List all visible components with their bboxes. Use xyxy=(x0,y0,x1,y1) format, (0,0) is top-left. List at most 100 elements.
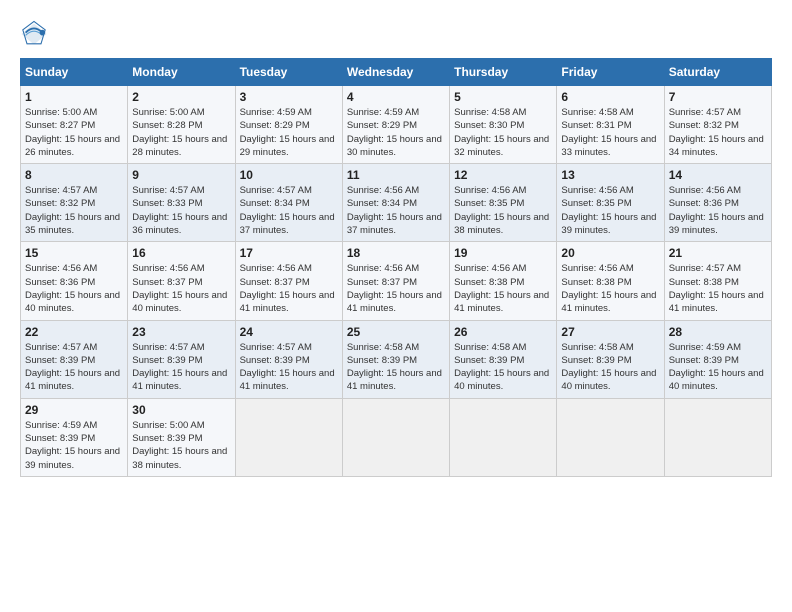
day-info: Sunrise: 4:57 AM Sunset: 8:32 PM Dayligh… xyxy=(669,106,767,159)
day-info: Sunrise: 5:00 AM Sunset: 8:39 PM Dayligh… xyxy=(132,419,230,472)
calendar-cell xyxy=(235,398,342,476)
day-info: Sunrise: 4:57 AM Sunset: 8:34 PM Dayligh… xyxy=(240,184,338,237)
weekday-header-row: SundayMondayTuesdayWednesdayThursdayFrid… xyxy=(21,59,772,86)
day-info: Sunrise: 4:57 AM Sunset: 8:39 PM Dayligh… xyxy=(240,341,338,394)
day-number: 18 xyxy=(347,246,445,260)
day-number: 8 xyxy=(25,168,123,182)
calendar-cell: 1 Sunrise: 5:00 AM Sunset: 8:27 PM Dayli… xyxy=(21,86,128,164)
day-number: 28 xyxy=(669,325,767,339)
day-info: Sunrise: 4:57 AM Sunset: 8:39 PM Dayligh… xyxy=(132,341,230,394)
weekday-header-friday: Friday xyxy=(557,59,664,86)
calendar-cell xyxy=(664,398,771,476)
day-info: Sunrise: 4:59 AM Sunset: 8:39 PM Dayligh… xyxy=(25,419,123,472)
calendar-cell: 2 Sunrise: 5:00 AM Sunset: 8:28 PM Dayli… xyxy=(128,86,235,164)
calendar-cell: 18 Sunrise: 4:56 AM Sunset: 8:37 PM Dayl… xyxy=(342,242,449,320)
calendar-week-row: 29 Sunrise: 4:59 AM Sunset: 8:39 PM Dayl… xyxy=(21,398,772,476)
day-info: Sunrise: 5:00 AM Sunset: 8:28 PM Dayligh… xyxy=(132,106,230,159)
calendar-cell: 7 Sunrise: 4:57 AM Sunset: 8:32 PM Dayli… xyxy=(664,86,771,164)
calendar-week-row: 15 Sunrise: 4:56 AM Sunset: 8:36 PM Dayl… xyxy=(21,242,772,320)
calendar-cell: 28 Sunrise: 4:59 AM Sunset: 8:39 PM Dayl… xyxy=(664,320,771,398)
day-number: 1 xyxy=(25,90,123,104)
calendar-cell: 20 Sunrise: 4:56 AM Sunset: 8:38 PM Dayl… xyxy=(557,242,664,320)
day-number: 26 xyxy=(454,325,552,339)
calendar-cell: 15 Sunrise: 4:56 AM Sunset: 8:36 PM Dayl… xyxy=(21,242,128,320)
day-info: Sunrise: 4:59 AM Sunset: 8:29 PM Dayligh… xyxy=(240,106,338,159)
day-info: Sunrise: 4:56 AM Sunset: 8:34 PM Dayligh… xyxy=(347,184,445,237)
day-number: 21 xyxy=(669,246,767,260)
day-info: Sunrise: 5:00 AM Sunset: 8:27 PM Dayligh… xyxy=(25,106,123,159)
page-header xyxy=(20,20,772,48)
day-number: 20 xyxy=(561,246,659,260)
weekday-header-thursday: Thursday xyxy=(450,59,557,86)
calendar-cell: 9 Sunrise: 4:57 AM Sunset: 8:33 PM Dayli… xyxy=(128,164,235,242)
calendar-cell: 5 Sunrise: 4:58 AM Sunset: 8:30 PM Dayli… xyxy=(450,86,557,164)
logo xyxy=(20,20,52,48)
calendar-cell: 26 Sunrise: 4:58 AM Sunset: 8:39 PM Dayl… xyxy=(450,320,557,398)
calendar-cell: 19 Sunrise: 4:56 AM Sunset: 8:38 PM Dayl… xyxy=(450,242,557,320)
day-info: Sunrise: 4:56 AM Sunset: 8:35 PM Dayligh… xyxy=(561,184,659,237)
day-info: Sunrise: 4:56 AM Sunset: 8:36 PM Dayligh… xyxy=(669,184,767,237)
day-number: 5 xyxy=(454,90,552,104)
day-number: 19 xyxy=(454,246,552,260)
day-number: 22 xyxy=(25,325,123,339)
calendar-cell: 24 Sunrise: 4:57 AM Sunset: 8:39 PM Dayl… xyxy=(235,320,342,398)
calendar-cell: 11 Sunrise: 4:56 AM Sunset: 8:34 PM Dayl… xyxy=(342,164,449,242)
day-number: 27 xyxy=(561,325,659,339)
day-info: Sunrise: 4:56 AM Sunset: 8:37 PM Dayligh… xyxy=(347,262,445,315)
calendar-cell: 17 Sunrise: 4:56 AM Sunset: 8:37 PM Dayl… xyxy=(235,242,342,320)
calendar-cell: 25 Sunrise: 4:58 AM Sunset: 8:39 PM Dayl… xyxy=(342,320,449,398)
day-number: 9 xyxy=(132,168,230,182)
calendar-week-row: 1 Sunrise: 5:00 AM Sunset: 8:27 PM Dayli… xyxy=(21,86,772,164)
calendar-cell: 8 Sunrise: 4:57 AM Sunset: 8:32 PM Dayli… xyxy=(21,164,128,242)
day-number: 15 xyxy=(25,246,123,260)
weekday-header-tuesday: Tuesday xyxy=(235,59,342,86)
day-info: Sunrise: 4:58 AM Sunset: 8:39 PM Dayligh… xyxy=(561,341,659,394)
day-number: 3 xyxy=(240,90,338,104)
calendar-cell: 30 Sunrise: 5:00 AM Sunset: 8:39 PM Dayl… xyxy=(128,398,235,476)
calendar-cell: 13 Sunrise: 4:56 AM Sunset: 8:35 PM Dayl… xyxy=(557,164,664,242)
day-number: 17 xyxy=(240,246,338,260)
day-number: 30 xyxy=(132,403,230,417)
day-info: Sunrise: 4:57 AM Sunset: 8:33 PM Dayligh… xyxy=(132,184,230,237)
calendar-cell: 16 Sunrise: 4:56 AM Sunset: 8:37 PM Dayl… xyxy=(128,242,235,320)
day-number: 16 xyxy=(132,246,230,260)
day-info: Sunrise: 4:56 AM Sunset: 8:38 PM Dayligh… xyxy=(561,262,659,315)
calendar-cell xyxy=(557,398,664,476)
day-info: Sunrise: 4:59 AM Sunset: 8:29 PM Dayligh… xyxy=(347,106,445,159)
calendar-cell xyxy=(342,398,449,476)
calendar-cell: 12 Sunrise: 4:56 AM Sunset: 8:35 PM Dayl… xyxy=(450,164,557,242)
day-number: 25 xyxy=(347,325,445,339)
day-number: 10 xyxy=(240,168,338,182)
day-number: 24 xyxy=(240,325,338,339)
calendar-cell: 27 Sunrise: 4:58 AM Sunset: 8:39 PM Dayl… xyxy=(557,320,664,398)
day-info: Sunrise: 4:58 AM Sunset: 8:39 PM Dayligh… xyxy=(347,341,445,394)
calendar-table: SundayMondayTuesdayWednesdayThursdayFrid… xyxy=(20,58,772,477)
day-info: Sunrise: 4:59 AM Sunset: 8:39 PM Dayligh… xyxy=(669,341,767,394)
day-info: Sunrise: 4:58 AM Sunset: 8:30 PM Dayligh… xyxy=(454,106,552,159)
calendar-cell: 4 Sunrise: 4:59 AM Sunset: 8:29 PM Dayli… xyxy=(342,86,449,164)
day-info: Sunrise: 4:57 AM Sunset: 8:32 PM Dayligh… xyxy=(25,184,123,237)
calendar-cell: 22 Sunrise: 4:57 AM Sunset: 8:39 PM Dayl… xyxy=(21,320,128,398)
day-info: Sunrise: 4:58 AM Sunset: 8:31 PM Dayligh… xyxy=(561,106,659,159)
calendar-cell: 21 Sunrise: 4:57 AM Sunset: 8:38 PM Dayl… xyxy=(664,242,771,320)
calendar-cell: 23 Sunrise: 4:57 AM Sunset: 8:39 PM Dayl… xyxy=(128,320,235,398)
calendar-week-row: 8 Sunrise: 4:57 AM Sunset: 8:32 PM Dayli… xyxy=(21,164,772,242)
day-info: Sunrise: 4:56 AM Sunset: 8:36 PM Dayligh… xyxy=(25,262,123,315)
weekday-header-saturday: Saturday xyxy=(664,59,771,86)
day-info: Sunrise: 4:58 AM Sunset: 8:39 PM Dayligh… xyxy=(454,341,552,394)
day-number: 29 xyxy=(25,403,123,417)
day-number: 13 xyxy=(561,168,659,182)
day-number: 23 xyxy=(132,325,230,339)
day-number: 12 xyxy=(454,168,552,182)
calendar-cell: 29 Sunrise: 4:59 AM Sunset: 8:39 PM Dayl… xyxy=(21,398,128,476)
day-info: Sunrise: 4:56 AM Sunset: 8:35 PM Dayligh… xyxy=(454,184,552,237)
day-number: 4 xyxy=(347,90,445,104)
day-number: 2 xyxy=(132,90,230,104)
logo-icon xyxy=(20,20,48,48)
calendar-cell: 14 Sunrise: 4:56 AM Sunset: 8:36 PM Dayl… xyxy=(664,164,771,242)
calendar-week-row: 22 Sunrise: 4:57 AM Sunset: 8:39 PM Dayl… xyxy=(21,320,772,398)
day-info: Sunrise: 4:56 AM Sunset: 8:37 PM Dayligh… xyxy=(132,262,230,315)
weekday-header-wednesday: Wednesday xyxy=(342,59,449,86)
calendar-cell xyxy=(450,398,557,476)
weekday-header-sunday: Sunday xyxy=(21,59,128,86)
